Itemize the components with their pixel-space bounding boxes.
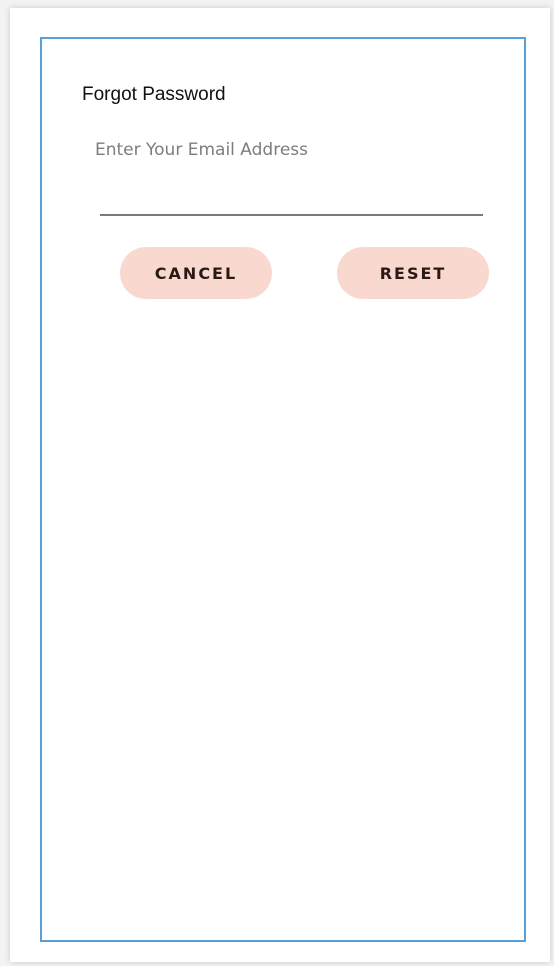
dialog-title: Forgot Password [82, 84, 226, 105]
email-field [95, 130, 483, 218]
email-input[interactable] [95, 130, 483, 170]
reset-button[interactable]: RESET [337, 247, 489, 299]
cancel-button[interactable]: CANCEL [120, 247, 272, 299]
email-underline [100, 214, 483, 216]
